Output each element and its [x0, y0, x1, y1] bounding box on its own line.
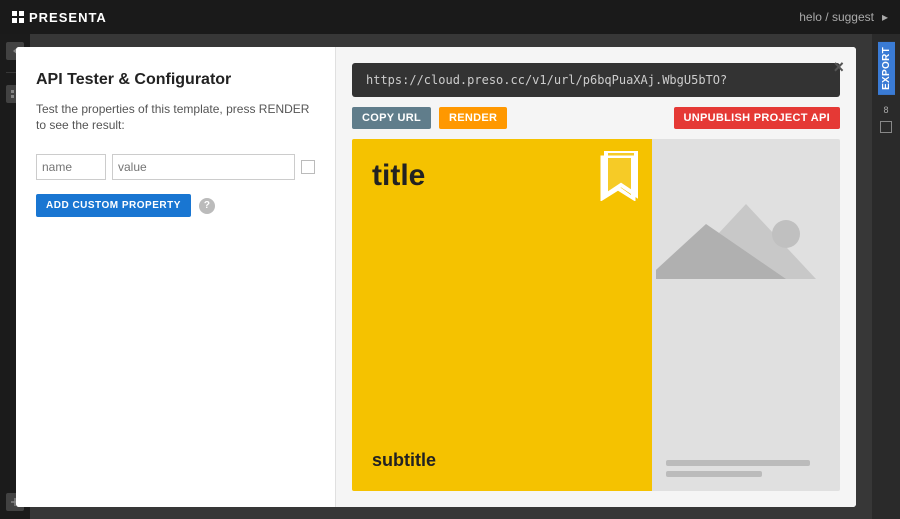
property-checkbox[interactable] — [301, 160, 315, 174]
placeholder-line-2 — [666, 471, 762, 477]
template-preview: title subtitle — [352, 139, 840, 491]
close-button[interactable]: × — [833, 57, 844, 78]
app-name: PRESENTA — [29, 10, 107, 25]
preview-gray-panel — [652, 139, 840, 491]
bookmark-shape-icon — [602, 151, 640, 199]
modal-overlay: × API Tester & Configurator Test the pro… — [0, 34, 872, 519]
property-name-input[interactable] — [36, 154, 106, 180]
topbar-left: PRESENTA — [12, 10, 107, 25]
property-row — [36, 154, 315, 180]
topbar-right: helo / suggest ▸ — [799, 10, 888, 24]
arrow-icon: ▸ — [882, 10, 888, 24]
user-label: helo / suggest — [799, 10, 874, 24]
topbar: PRESENTA helo / suggest ▸ — [0, 0, 900, 34]
render-button[interactable]: RENDER — [439, 107, 507, 129]
modal-left-panel: API Tester & Configurator Test the prope… — [16, 47, 336, 507]
placeholder-lines — [666, 460, 826, 477]
right-toolbar: EXPORT 8 — [872, 34, 900, 519]
api-url-bar: https://cloud.preso.cc/v1/url/p6bqPuaXAj… — [352, 63, 840, 97]
preview-yellow-panel: title subtitle — [352, 139, 652, 491]
app-logo: PRESENTA — [12, 10, 107, 25]
api-tester-modal: × API Tester & Configurator Test the pro… — [16, 47, 856, 507]
modal-description: Test the properties of this template, pr… — [36, 101, 315, 135]
logo-grid-icon — [12, 11, 24, 23]
preview-subtitle: subtitle — [372, 450, 632, 471]
add-custom-property-button[interactable]: ADD CUSTOM PROPERTY — [36, 194, 191, 217]
add-custom-row: ADD CUSTOM PROPERTY ? — [36, 194, 315, 217]
preview-title: title — [372, 159, 632, 193]
placeholder-line-1 — [666, 460, 810, 466]
modal-right-panel: https://cloud.preso.cc/v1/url/p6bqPuaXAj… — [336, 47, 856, 507]
slide-thumbnail — [880, 121, 892, 133]
modal-title: API Tester & Configurator — [36, 71, 315, 89]
slide-number: 8 — [883, 105, 888, 115]
unpublish-button[interactable]: UNPUBLISH PROJECT API — [674, 107, 840, 129]
action-buttons-row: COPY URL RENDER UNPUBLISH PROJECT API — [352, 107, 840, 129]
export-button[interactable]: EXPORT — [878, 42, 895, 95]
help-icon[interactable]: ? — [199, 198, 215, 214]
mountain-illustration — [656, 194, 836, 294]
copy-url-button[interactable]: COPY URL — [352, 107, 431, 129]
property-value-input[interactable] — [112, 154, 295, 180]
